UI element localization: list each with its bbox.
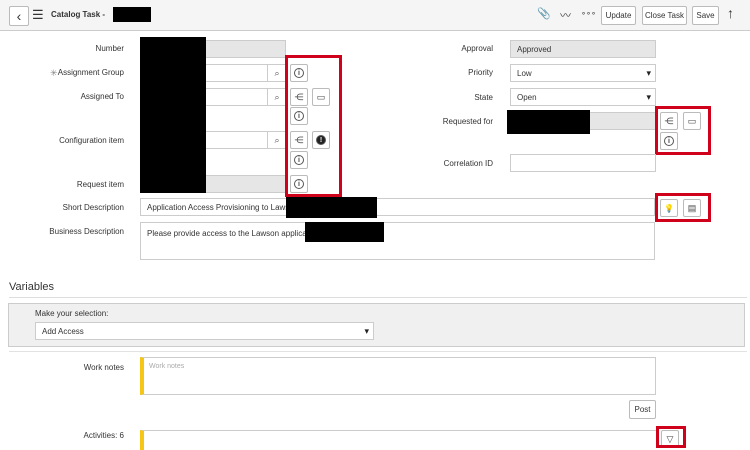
short-description-field[interactable]: Application Access Provisioning to Lawso… xyxy=(140,198,655,216)
make-selection-select[interactable]: Add Access xyxy=(35,322,374,340)
section-divider xyxy=(9,351,747,352)
request-item-label: Request item xyxy=(76,180,124,189)
more-options-icon[interactable]: ∘∘∘ xyxy=(581,9,596,18)
number-label: Number xyxy=(95,44,124,53)
priority-select[interactable]: Low xyxy=(510,64,656,82)
highlight-box-left-actions xyxy=(285,55,342,197)
business-description-field[interactable]: Please provide access to the Lawson appl… xyxy=(140,222,655,260)
highlight-box-short-description xyxy=(655,193,711,222)
search-icon[interactable]: ⌕ xyxy=(267,88,286,106)
highlight-box-filter xyxy=(656,426,686,448)
back-button[interactable]: ‹ xyxy=(9,6,29,26)
work-notes-placeholder: Work notes xyxy=(149,363,185,370)
variables-heading: Variables xyxy=(9,281,55,293)
business-description-label: Business Description xyxy=(49,227,124,236)
redacted-title xyxy=(113,7,151,22)
work-notes-textarea[interactable]: Work notes xyxy=(140,357,656,395)
priority-value: Low xyxy=(517,68,532,78)
state-value: Open xyxy=(517,92,537,102)
assignment-group-label: Assignment Group xyxy=(57,68,124,77)
redacted-short-description xyxy=(286,197,377,218)
business-description-value: Please provide access to the Lawson appl… xyxy=(147,229,320,238)
requested-for-label: Requested for xyxy=(442,117,493,126)
update-button[interactable]: Update xyxy=(601,6,636,25)
scroll-up-icon[interactable]: ↑ xyxy=(727,5,734,21)
close-task-button[interactable]: Close Task xyxy=(642,6,687,25)
approval-field: Approved xyxy=(510,40,656,58)
highlight-box-requested-for xyxy=(655,106,711,155)
correlation-id-label: Correlation ID xyxy=(443,159,493,168)
form-title: Catalog Task - xyxy=(51,10,106,19)
state-label: State xyxy=(474,93,493,102)
post-button[interactable]: Post xyxy=(629,400,656,419)
hamburger-menu-icon[interactable]: ☰ xyxy=(32,7,44,23)
save-button[interactable]: Save xyxy=(692,6,719,25)
redacted-business-description xyxy=(305,222,384,242)
redacted-values xyxy=(140,37,206,193)
work-notes-label: Work notes xyxy=(83,363,124,372)
approval-label: Approval xyxy=(461,44,493,53)
activity-stream-icon[interactable]: 〰 xyxy=(560,7,571,23)
make-selection-value: Add Access xyxy=(42,326,84,336)
search-icon[interactable]: ⌕ xyxy=(267,131,286,149)
make-selection-label: Make your selection: xyxy=(35,309,109,318)
redacted-requested-for xyxy=(507,110,590,134)
priority-label: Priority xyxy=(468,68,493,77)
short-description-value: Application Access Provisioning to Lawso… xyxy=(147,202,299,212)
back-icon: ‹ xyxy=(16,8,22,24)
search-icon[interactable]: ⌕ xyxy=(267,64,286,82)
variables-divider xyxy=(9,297,747,298)
configuration-item-label: Configuration item xyxy=(59,136,124,145)
correlation-id-field[interactable] xyxy=(510,154,656,172)
paperclip-icon[interactable]: 📎 xyxy=(537,7,551,20)
state-select[interactable]: Open xyxy=(510,88,656,106)
activity-entry xyxy=(140,430,656,450)
assigned-to-label: Assigned To xyxy=(80,92,124,101)
short-description-label: Short Description xyxy=(62,203,124,212)
activities-label: Activities: 6 xyxy=(83,431,124,440)
